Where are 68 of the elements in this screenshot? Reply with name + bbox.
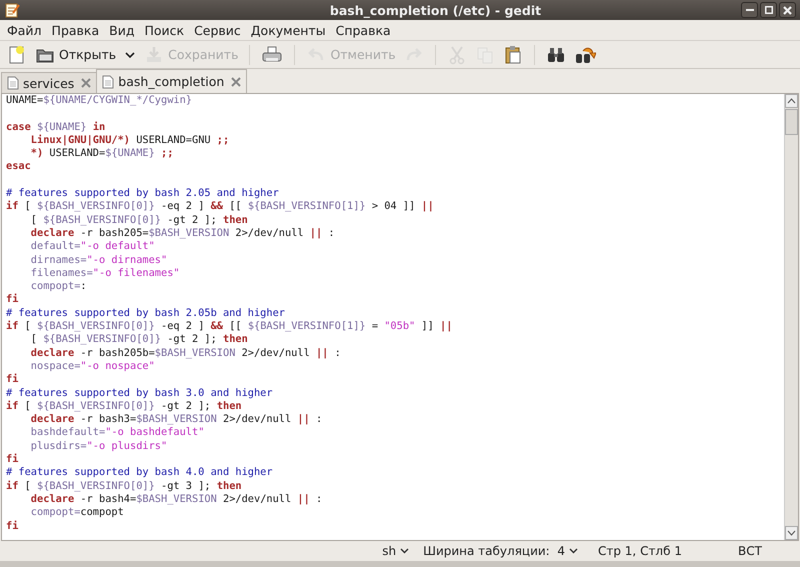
code-line: UNAME=${UNAME/CYGWIN_*/Cygwin} [6, 94, 193, 108]
code-line: case ${UNAME} in [6, 120, 106, 134]
menu-item[interactable]: Файл [2, 22, 47, 38]
cursor-position: Стр 1, Стлб 1 [598, 544, 683, 558]
code-line: declare -r bash4=$BASH_VERSION 2>/dev/null || : [30, 492, 324, 506]
menu-item[interactable]: Вид [104, 22, 140, 38]
maximize-icon [764, 6, 772, 14]
code-line: if [ ${BASH_VERSINFO[0]} -eq 2 ] && [[ ${BASH_VERSINFO[1]} = "05b" ]] || [6, 320, 454, 334]
printer-icon [261, 44, 284, 64]
close-icon [783, 6, 792, 14]
code-line: if [ ${BASH_VERSINFO[0]} -gt 2 ]; then [6, 400, 243, 414]
maximize-button[interactable] [760, 2, 777, 18]
code-line: compopt=compopt [30, 506, 125, 520]
minimize-button[interactable] [741, 2, 758, 18]
menu-item[interactable]: Справка [330, 22, 396, 38]
code-line: [ ${BASH_VERSINFO[0]} -gt 2 ]; then [30, 333, 249, 347]
tab-width-dropdown[interactable]: Ширина табуляции: 4 [423, 544, 578, 558]
menu-item[interactable]: Поиск [139, 22, 190, 38]
code-line: declare -r bash205b=$BASH_VERSION 2>/dev/null || : [30, 346, 342, 360]
code-line: dirnames="-o dirnames" [30, 254, 168, 267]
window-title: bash_completion (/etc) - gedit [328, 2, 542, 18]
chevron-down-icon [125, 50, 136, 58]
code-line: # features supported by bash 3.0 and higher [6, 386, 274, 400]
notepad-icon [4, 2, 20, 18]
code-line: if [ ${BASH_VERSINFO[0]} -eq 2 ] && [[ ${BASH_VERSINFO[1]} > 04 ]] || [6, 200, 435, 214]
minimize-icon [746, 9, 754, 11]
close-icon [231, 76, 242, 86]
code-line: *) USERLAND=${UNAME} ;; [30, 147, 174, 160]
code-line: filenames="-o filenames" [30, 266, 181, 280]
menu-item[interactable]: Документы [246, 22, 331, 38]
code-line: declare -r bash3=$BASH_VERSION 2>/dev/null || : [30, 413, 324, 426]
code-line: compopt=: [30, 280, 88, 294]
code-line: [ ${BASH_VERSINFO[0]} -gt 2 ]; then [30, 214, 249, 227]
tab-label: bash_completion [118, 74, 224, 89]
code-line: Linux|GNU|GNU/*) USERLAND=GNU ;; [30, 134, 230, 148]
code-line: esac [6, 160, 32, 174]
code-line: nospace="-o nospace" [30, 360, 156, 374]
close-button[interactable] [779, 2, 796, 18]
chevron-down-icon [569, 548, 578, 554]
code-line: declare -r bash205=$BASH_VERSION 2>/dev/null || : [30, 226, 336, 240]
new-document-icon [7, 44, 27, 64]
code-line: if [ ${BASH_VERSINFO[0]} -gt 3 ]; then [6, 480, 243, 493]
code-line: # features supported by bash 4.0 and higher [6, 466, 274, 480]
menu-item[interactable]: Правка [46, 22, 104, 38]
language-dropdown[interactable]: sh [382, 544, 410, 558]
close-icon [81, 78, 92, 88]
document-icon [102, 74, 114, 88]
chevron-down-icon [400, 548, 410, 554]
code-line: # features supported by bash 2.05 and higher [6, 187, 280, 200]
code-line: bashdefault="-o bashdefault" [30, 426, 206, 440]
scroll-thumb[interactable] [785, 109, 798, 135]
code-line: fi [6, 520, 20, 533]
document-icon [7, 76, 19, 90]
scrollbar[interactable] [784, 94, 798, 540]
code-line: fi [6, 453, 19, 466]
code-line: default="-o default" [30, 240, 156, 254]
insert-mode: ВСТ [738, 544, 763, 558]
code-line: # features supported by bash 2.05b and higher [6, 306, 286, 320]
code-line: plusdirs="-o plusdirs" [30, 440, 168, 454]
open-button[interactable]: Открыть [32, 42, 120, 66]
tab-label: services [23, 76, 74, 90]
binoculars-icon [574, 44, 596, 64]
document-tab[interactable]: services [1, 72, 98, 93]
code-line: fi [6, 373, 20, 387]
menu-item[interactable]: Сервис [189, 22, 246, 38]
code-line: fi [6, 293, 20, 307]
clipboard-icon [502, 44, 523, 64]
document-tab[interactable]: bash_completion [96, 69, 248, 93]
